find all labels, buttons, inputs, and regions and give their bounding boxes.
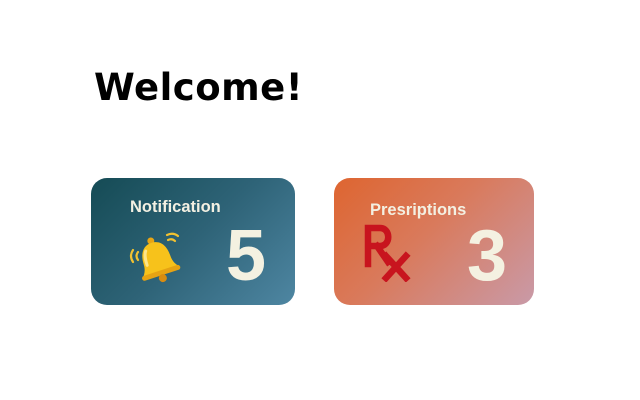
bell-icon — [129, 232, 181, 283]
notification-count: 5 — [226, 216, 267, 296]
notification-card-label: Notification — [130, 198, 221, 216]
dashboard-page: Welcome! Notification 5 Presriptions 3 — [0, 0, 640, 400]
prescriptions-card-label: Presriptions — [370, 201, 467, 219]
prescriptions-count: 3 — [467, 216, 508, 296]
prescriptions-card[interactable]: Presriptions 3 — [334, 178, 534, 305]
page-title: Welcome! — [94, 66, 304, 109]
rx-icon — [364, 224, 411, 282]
notification-card[interactable]: Notification 5 — [91, 178, 295, 305]
